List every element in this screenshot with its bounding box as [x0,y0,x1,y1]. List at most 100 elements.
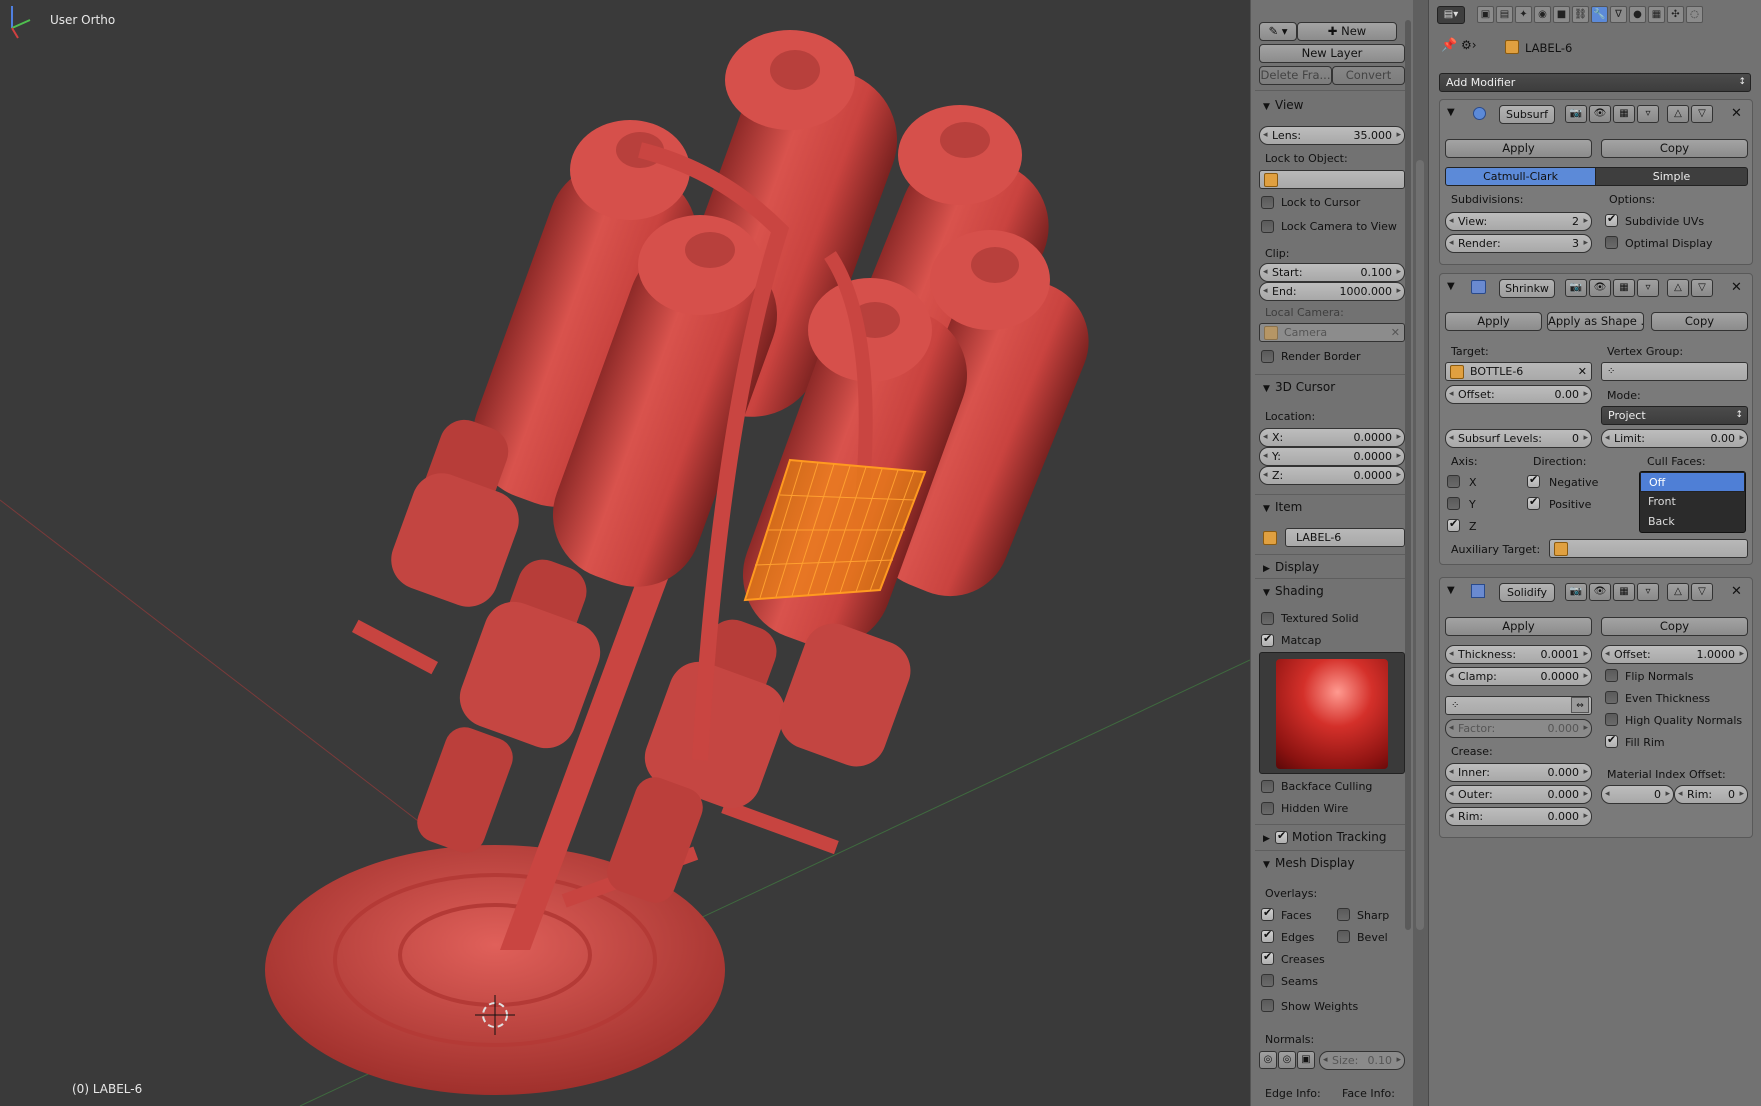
editmode-toggle-icon[interactable]: ▦ [1613,279,1635,297]
invert-icon[interactable]: ⇔ [1571,697,1589,713]
lock-to-cursor-checkbox[interactable] [1261,196,1274,209]
region-divider[interactable] [1413,0,1428,1106]
negative-checkbox[interactable] [1527,473,1540,488]
view-panel-header[interactable]: ▼ View [1263,98,1303,112]
viewport-toggle-icon[interactable]: 👁 [1589,105,1611,123]
grease-new-button[interactable]: ✚ New [1297,22,1397,41]
item-panel-header[interactable]: ▼ Item [1263,500,1302,514]
move-down-icon[interactable]: ▽ [1691,583,1713,601]
apply-as-shape-button[interactable]: Apply as Shape ... [1547,312,1644,331]
viewport-toggle-icon[interactable]: 👁 [1589,583,1611,601]
creases-checkbox[interactable] [1261,950,1274,965]
remove-modifier-icon[interactable]: ✕ [1731,280,1742,295]
subdivide-uvs-checkbox[interactable] [1605,212,1618,227]
move-up-icon[interactable]: △ [1667,583,1689,601]
subsurf-view-field[interactable]: View:2 [1445,212,1592,231]
simple-toggle[interactable]: Simple [1595,167,1748,186]
clear-icon[interactable]: ✕ [1391,324,1400,341]
render-toggle-icon[interactable]: 📷 [1565,583,1587,601]
render-border-checkbox[interactable] [1261,350,1274,363]
fill-rim-checkbox[interactable] [1605,733,1618,748]
backface-culling-checkbox[interactable] [1261,780,1274,793]
solidify-offset-field[interactable]: Offset:1.0000 [1601,645,1748,664]
crease-inner-field[interactable]: Inner:0.000 [1445,763,1592,782]
editor-type-icon[interactable]: ▤▾ [1437,6,1465,24]
cursor-z-field[interactable]: Z:0.0000 [1259,466,1405,485]
material-offset-field[interactable]: 0 [1601,785,1674,804]
render-toggle-icon[interactable]: 📷 [1565,279,1587,297]
lens-field[interactable]: Lens:35.000 [1259,126,1405,145]
pin-icon[interactable]: 📌 [1441,38,1457,53]
cursor-panel-header[interactable]: ▼ 3D Cursor [1263,380,1335,394]
matcap-checkbox[interactable] [1261,632,1274,647]
convert-button[interactable]: Convert [1332,66,1405,85]
particles-tab-icon[interactable]: ✣ [1667,6,1684,23]
seams-checkbox[interactable] [1261,974,1274,987]
move-up-icon[interactable]: △ [1667,105,1689,123]
show-weights-checkbox[interactable] [1261,999,1274,1012]
add-modifier-dropdown[interactable]: Add Modifier [1439,73,1751,92]
matcap-preview[interactable] [1259,652,1405,774]
crease-outer-field[interactable]: Outer:0.000 [1445,785,1592,804]
cage-toggle-icon[interactable]: ▿ [1637,279,1659,297]
offset-field[interactable]: Offset:0.00 [1445,385,1592,404]
scene-tab-icon[interactable]: ✦ [1515,6,1532,23]
solidify-vertex-group-field[interactable]: ⁘ ⇔ [1445,696,1592,715]
cage-toggle-icon[interactable]: ▿ [1637,105,1659,123]
vertex-normals-icon[interactable]: ◎ [1259,1051,1277,1069]
clip-end-field[interactable]: End:1000.000 [1259,282,1405,301]
collapse-icon[interactable]: ▼ [1447,585,1455,596]
data-tab-icon[interactable]: ∇ [1610,6,1627,23]
editmode-toggle-icon[interactable]: ▦ [1613,105,1635,123]
cull-back-option[interactable]: Back [1640,512,1745,532]
constraints-tab-icon[interactable]: ⛓ [1572,6,1589,23]
move-down-icon[interactable]: ▽ [1691,105,1713,123]
optimal-display-checkbox[interactable] [1605,236,1618,249]
local-camera-field[interactable]: Camera ✕ [1259,323,1405,342]
render-toggle-icon[interactable]: 📷 [1565,105,1587,123]
lock-camera-checkbox[interactable] [1261,220,1274,233]
textured-solid-checkbox[interactable] [1261,612,1274,625]
cursor-x-field[interactable]: X:0.0000 [1259,428,1405,447]
delete-frame-button[interactable]: Delete Fra... [1259,66,1332,85]
shrinkwrap-apply-button[interactable]: Apply [1445,312,1542,331]
move-down-icon[interactable]: ▽ [1691,279,1713,297]
collapse-icon[interactable]: ▼ [1447,281,1455,292]
solidify-name-field[interactable]: Solidify [1499,583,1555,602]
even-thickness-checkbox[interactable] [1605,691,1618,704]
factor-field[interactable]: Factor:0.000 [1445,719,1592,738]
display-panel-header[interactable]: ▶ Display [1263,560,1319,574]
subsurf-render-field[interactable]: Render:3 [1445,234,1592,253]
cull-front-option[interactable]: Front [1640,492,1745,512]
subsurf-apply-button[interactable]: Apply [1445,139,1592,158]
bevel-checkbox[interactable] [1337,930,1350,943]
lock-object-field[interactable] [1259,170,1405,189]
catmull-clark-toggle[interactable]: Catmull-Clark [1445,167,1596,186]
viewport-toggle-icon[interactable]: 👁 [1589,279,1611,297]
motion-tracking-checkbox[interactable] [1275,829,1288,844]
shrinkwrap-copy-button[interactable]: Copy [1651,312,1748,331]
positive-checkbox[interactable] [1527,495,1540,510]
new-layer-button[interactable]: New Layer [1259,44,1405,63]
object-tab-icon[interactable]: ■ [1553,6,1570,23]
clamp-field[interactable]: Clamp:0.0000 [1445,667,1592,686]
render-layers-tab-icon[interactable]: ▤ [1496,6,1513,23]
3d-viewport[interactable]: User Ortho (0) LABEL-6 [0,0,1250,1106]
world-tab-icon[interactable]: ◉ [1534,6,1551,23]
vertex-group-field[interactable]: ⁘ [1601,362,1748,381]
mesh-display-header[interactable]: ▼ Mesh Display [1263,856,1355,870]
axis-x-checkbox[interactable] [1447,475,1460,488]
high-quality-normals-checkbox[interactable] [1605,713,1618,726]
auxiliary-target-field[interactable] [1549,539,1748,558]
remove-modifier-icon[interactable]: ✕ [1731,106,1742,121]
crease-rim-field[interactable]: Rim:0.000 [1445,807,1592,826]
motion-tracking-header[interactable]: ▶Motion Tracking [1263,829,1386,844]
move-up-icon[interactable]: △ [1667,279,1689,297]
axis-z-checkbox[interactable] [1447,517,1460,532]
edges-checkbox[interactable] [1261,928,1274,943]
cull-off-option[interactable]: Off [1640,472,1745,492]
item-name-field[interactable]: LABEL-6 [1285,528,1405,547]
material-rim-field[interactable]: Rim:0 [1674,785,1748,804]
normals-size-field[interactable]: Size:0.10 [1319,1051,1405,1070]
subsurf-name-field[interactable]: Subsurf [1499,105,1555,124]
